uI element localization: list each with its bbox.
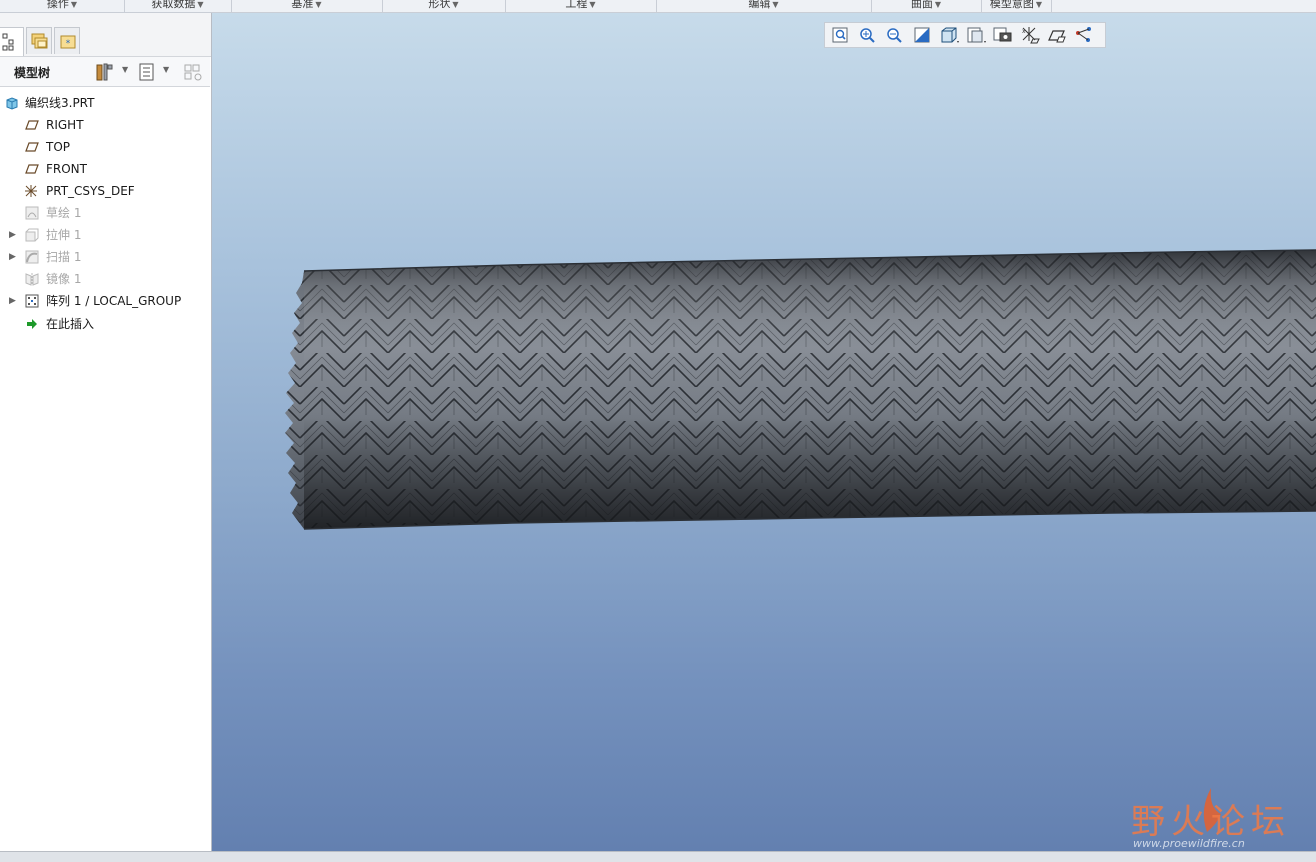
datum-plane-icon: [25, 142, 39, 152]
tree-item-csys[interactable]: PRT_CSYS_DEF: [0, 181, 210, 201]
favorites-icon: *: [60, 35, 76, 49]
insert-here-arrow-icon: [27, 319, 37, 329]
ribbon-group-label: 模型意图: [989, 0, 1034, 10]
chevron-down-icon: ▼: [70, 0, 78, 9]
status-bar: [0, 851, 1316, 862]
chevron-down-icon[interactable]: ▼: [122, 65, 128, 74]
ribbon-group-label: 操作: [46, 0, 69, 10]
watermark-url: www.proewildfire.cn: [1133, 837, 1245, 850]
tree-item-part[interactable]: 编织线3.PRT: [0, 93, 210, 113]
chevron-down-icon: ▼: [589, 0, 596, 9]
ribbon-group-bar: 操作 ▼ 获取数据 ▼ 基准 ▼ 形状 ▼ 工程 ▼ 编辑 ▼ 曲面 ▼ 模型意图 ▼: [0, 0, 1316, 13]
svg-text:*: *: [66, 39, 71, 49]
ribbon-group-label: 工程: [565, 0, 588, 10]
datum-plane-icon: [25, 164, 39, 174]
ribbon-group-engineering[interactable]: 工程 ▼: [505, 0, 657, 12]
model-tree-icon: [2, 33, 14, 51]
ribbon-group-label: 编辑: [748, 0, 771, 10]
show-options-icon[interactable]: [137, 62, 157, 82]
datum-plane-icon: [25, 120, 39, 130]
tree-item-label: PRT_CSYS_DEF: [46, 184, 135, 198]
forum-watermark: 野火论坛 www.proewildfire.cn: [1129, 780, 1309, 855]
chevron-down-icon: ▼: [452, 0, 459, 9]
settings-tools-icon[interactable]: [94, 62, 116, 82]
tree-item-label: 扫描 1: [46, 250, 82, 264]
navigator-tabs: *: [0, 13, 211, 57]
tree-item-label: 拉伸 1: [46, 228, 82, 242]
expand-arrow-icon[interactable]: ▶: [9, 225, 16, 245]
model-tree-title: 模型树: [14, 66, 51, 80]
graphics-viewport[interactable]: x: [212, 13, 1316, 851]
ribbon-group-get-data[interactable]: 获取数据 ▼: [124, 0, 232, 12]
braided-cable-model[interactable]: [212, 13, 1316, 851]
tree-item-sweep[interactable]: ▶ 扫描 1: [0, 247, 210, 267]
sketch-icon: [25, 206, 39, 220]
folder-browser-icon: [31, 33, 48, 49]
pattern-icon: [25, 294, 39, 308]
sweep-icon: [25, 250, 39, 264]
chevron-down-icon: ▼: [1035, 0, 1043, 9]
tree-item-sketch[interactable]: 草绘 1: [0, 203, 210, 223]
tree-item-front-plane[interactable]: FRONT: [0, 159, 210, 179]
expand-arrow-icon[interactable]: ▶: [9, 247, 16, 267]
ribbon-group-shapes[interactable]: 形状 ▼: [382, 0, 506, 12]
tab-folder-browser[interactable]: [26, 27, 52, 54]
navigator-panel: * 模型树 ▼ ▼ 编织线3.PRT RIGHT TOP FRONT PRT_C…: [0, 13, 212, 853]
tree-item-top-plane[interactable]: TOP: [0, 137, 210, 157]
part-icon: [6, 97, 18, 110]
tree-item-pattern[interactable]: ▶ 阵列 1 / LOCAL_GROUP: [0, 291, 210, 311]
tab-model-tree[interactable]: [0, 27, 24, 56]
tree-item-label: 在此插入: [46, 317, 95, 331]
mirror-icon: [25, 273, 39, 286]
ribbon-group-operations[interactable]: 操作 ▼: [0, 0, 125, 12]
watermark-brand: 野火论坛: [1131, 802, 1291, 842]
tree-item-mirror[interactable]: 镜像 1: [0, 269, 210, 289]
tab-favorites[interactable]: *: [54, 27, 80, 54]
tree-item-label: 镜像 1: [46, 272, 82, 286]
ribbon-group-datum[interactable]: 基准 ▼: [231, 0, 383, 12]
expand-arrow-icon[interactable]: ▶: [9, 291, 16, 311]
ribbon-group-surfaces[interactable]: 曲面 ▼: [871, 0, 982, 12]
tree-item-label: 草绘 1: [46, 206, 82, 220]
column-filter-icon: [184, 64, 202, 81]
tree-item-label: TOP: [46, 140, 71, 154]
chevron-down-icon: ▼: [197, 0, 204, 9]
tree-item-insert-here[interactable]: 在此插入: [0, 314, 210, 334]
tree-item-label: 编织线3.PRT: [25, 96, 95, 110]
tree-item-label: 阵列 1 / LOCAL_GROUP: [46, 294, 182, 308]
ribbon-group-label: 曲面: [910, 0, 933, 10]
tree-item-extrude[interactable]: ▶ 拉伸 1: [0, 225, 210, 245]
ribbon-group-label: 形状: [428, 0, 451, 10]
tree-item-label: FRONT: [46, 162, 87, 176]
ribbon-group-label: 获取数据: [151, 0, 196, 10]
chevron-down-icon[interactable]: ▼: [163, 65, 169, 74]
ribbon-group-label: 基准: [291, 0, 314, 10]
tree-item-right-plane[interactable]: RIGHT: [0, 115, 210, 135]
model-tree-header: 模型树 ▼ ▼: [0, 57, 210, 87]
tree-item-label: RIGHT: [46, 118, 84, 132]
coordinate-system-icon: [25, 185, 37, 197]
ribbon-group-editing[interactable]: 编辑 ▼: [656, 0, 872, 12]
extrude-icon: [25, 228, 39, 242]
chevron-down-icon: ▼: [315, 0, 322, 9]
chevron-down-icon: ▼: [772, 0, 779, 9]
ribbon-group-model-intent[interactable]: 模型意图 ▼: [981, 0, 1052, 12]
chevron-down-icon: ▼: [934, 0, 942, 9]
